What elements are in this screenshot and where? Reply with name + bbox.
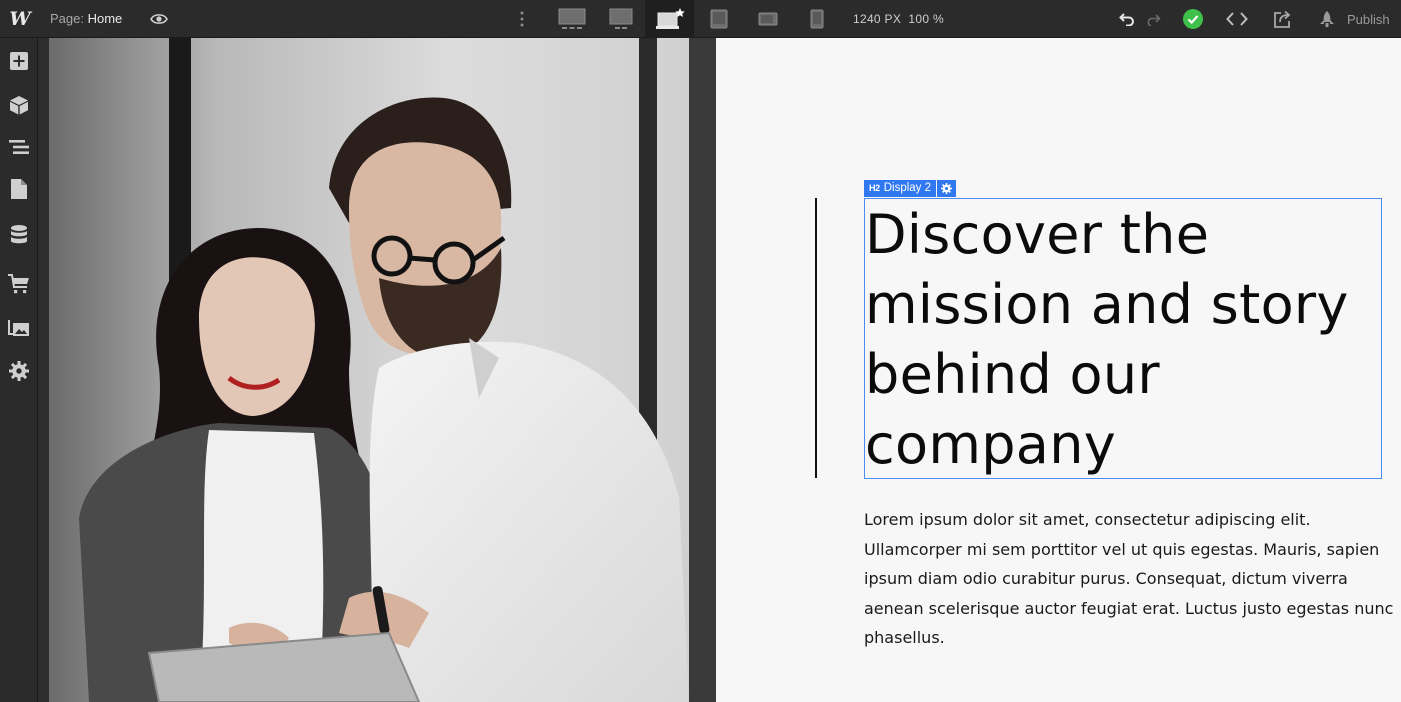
team-photo-illustration [49,38,716,702]
ecommerce-panel-button[interactable] [0,263,38,305]
about-section[interactable]: H2 Display 2 Discover the mission and st… [716,38,1401,702]
gear-icon [9,361,29,381]
selection-tag[interactable]: H2 Display 2 [864,180,957,197]
breakpoint-1440[interactable] [596,0,645,38]
cart-icon [8,274,29,294]
share-icon[interactable] [1270,0,1296,38]
section-heading[interactable]: Discover the mission and story behind ou… [865,200,1375,480]
element-class-name: Display 2 [883,182,932,194]
database-icon [11,225,27,244]
mobile-portrait-icon [810,9,823,29]
accent-divider-line [815,198,817,478]
pages-panel-button[interactable] [0,168,38,210]
desktop-base-icon [655,8,685,29]
code-icon[interactable] [1224,0,1250,38]
breakpoint-mobile-landscape[interactable] [743,0,792,38]
canvas-width: 1240 PX [853,12,902,26]
breakpoint-1920[interactable] [547,0,596,38]
team-photo[interactable] [49,38,716,702]
breakpoint-base[interactable] [645,0,694,38]
undo-icon[interactable] [1115,0,1139,38]
designer-canvas[interactable]: H2 Display 2 Discover the mission and st… [39,38,1401,702]
assets-panel-button[interactable] [0,306,38,348]
webflow-logo[interactable]: W [0,0,40,38]
plus-icon [10,52,28,70]
page-name: Home [87,11,123,26]
desktop-large-icon [558,8,585,29]
preview-eye-icon[interactable] [146,0,172,38]
more-options-icon[interactable] [512,0,532,38]
page-selector[interactable]: Page: Home [50,11,122,26]
redo-icon[interactable] [1142,0,1164,38]
symbols-panel-button[interactable] [0,84,38,126]
left-sidebar [0,38,38,702]
top-toolbar: W Page: Home 1240 PX 100 % Publish [0,0,1401,38]
cms-panel-button[interactable] [0,214,38,256]
page-icon [11,179,27,199]
publish-button[interactable]: Publish [1347,12,1390,27]
publish-rocket-icon[interactable] [1315,0,1339,38]
page-prefix: Page: [50,11,84,26]
cube-icon [10,96,28,115]
breakpoint-mobile-portrait[interactable] [792,0,841,38]
desktop-icon [609,8,632,29]
tablet-icon [710,9,727,29]
element-type-badge: H2 [869,183,880,193]
navigator-panel-button[interactable] [0,126,38,168]
zoom-level: 100 % [908,12,944,26]
settings-panel-button[interactable] [0,350,38,392]
element-settings-gear-icon[interactable] [937,180,957,197]
mobile-landscape-icon [758,12,777,26]
images-icon [8,320,29,336]
canvas-gutter [39,38,49,702]
section-paragraph[interactable]: Lorem ipsum dolor sit amet, consectetur … [864,505,1394,653]
canvas-size-readout: 1240 PX 100 % [853,12,944,26]
selection-tag-label[interactable]: H2 Display 2 [864,180,937,197]
breakpoint-tablet[interactable] [694,0,743,38]
navigator-icon [9,140,29,154]
add-panel-button[interactable] [0,40,38,82]
status-check-icon[interactable] [1181,0,1205,38]
